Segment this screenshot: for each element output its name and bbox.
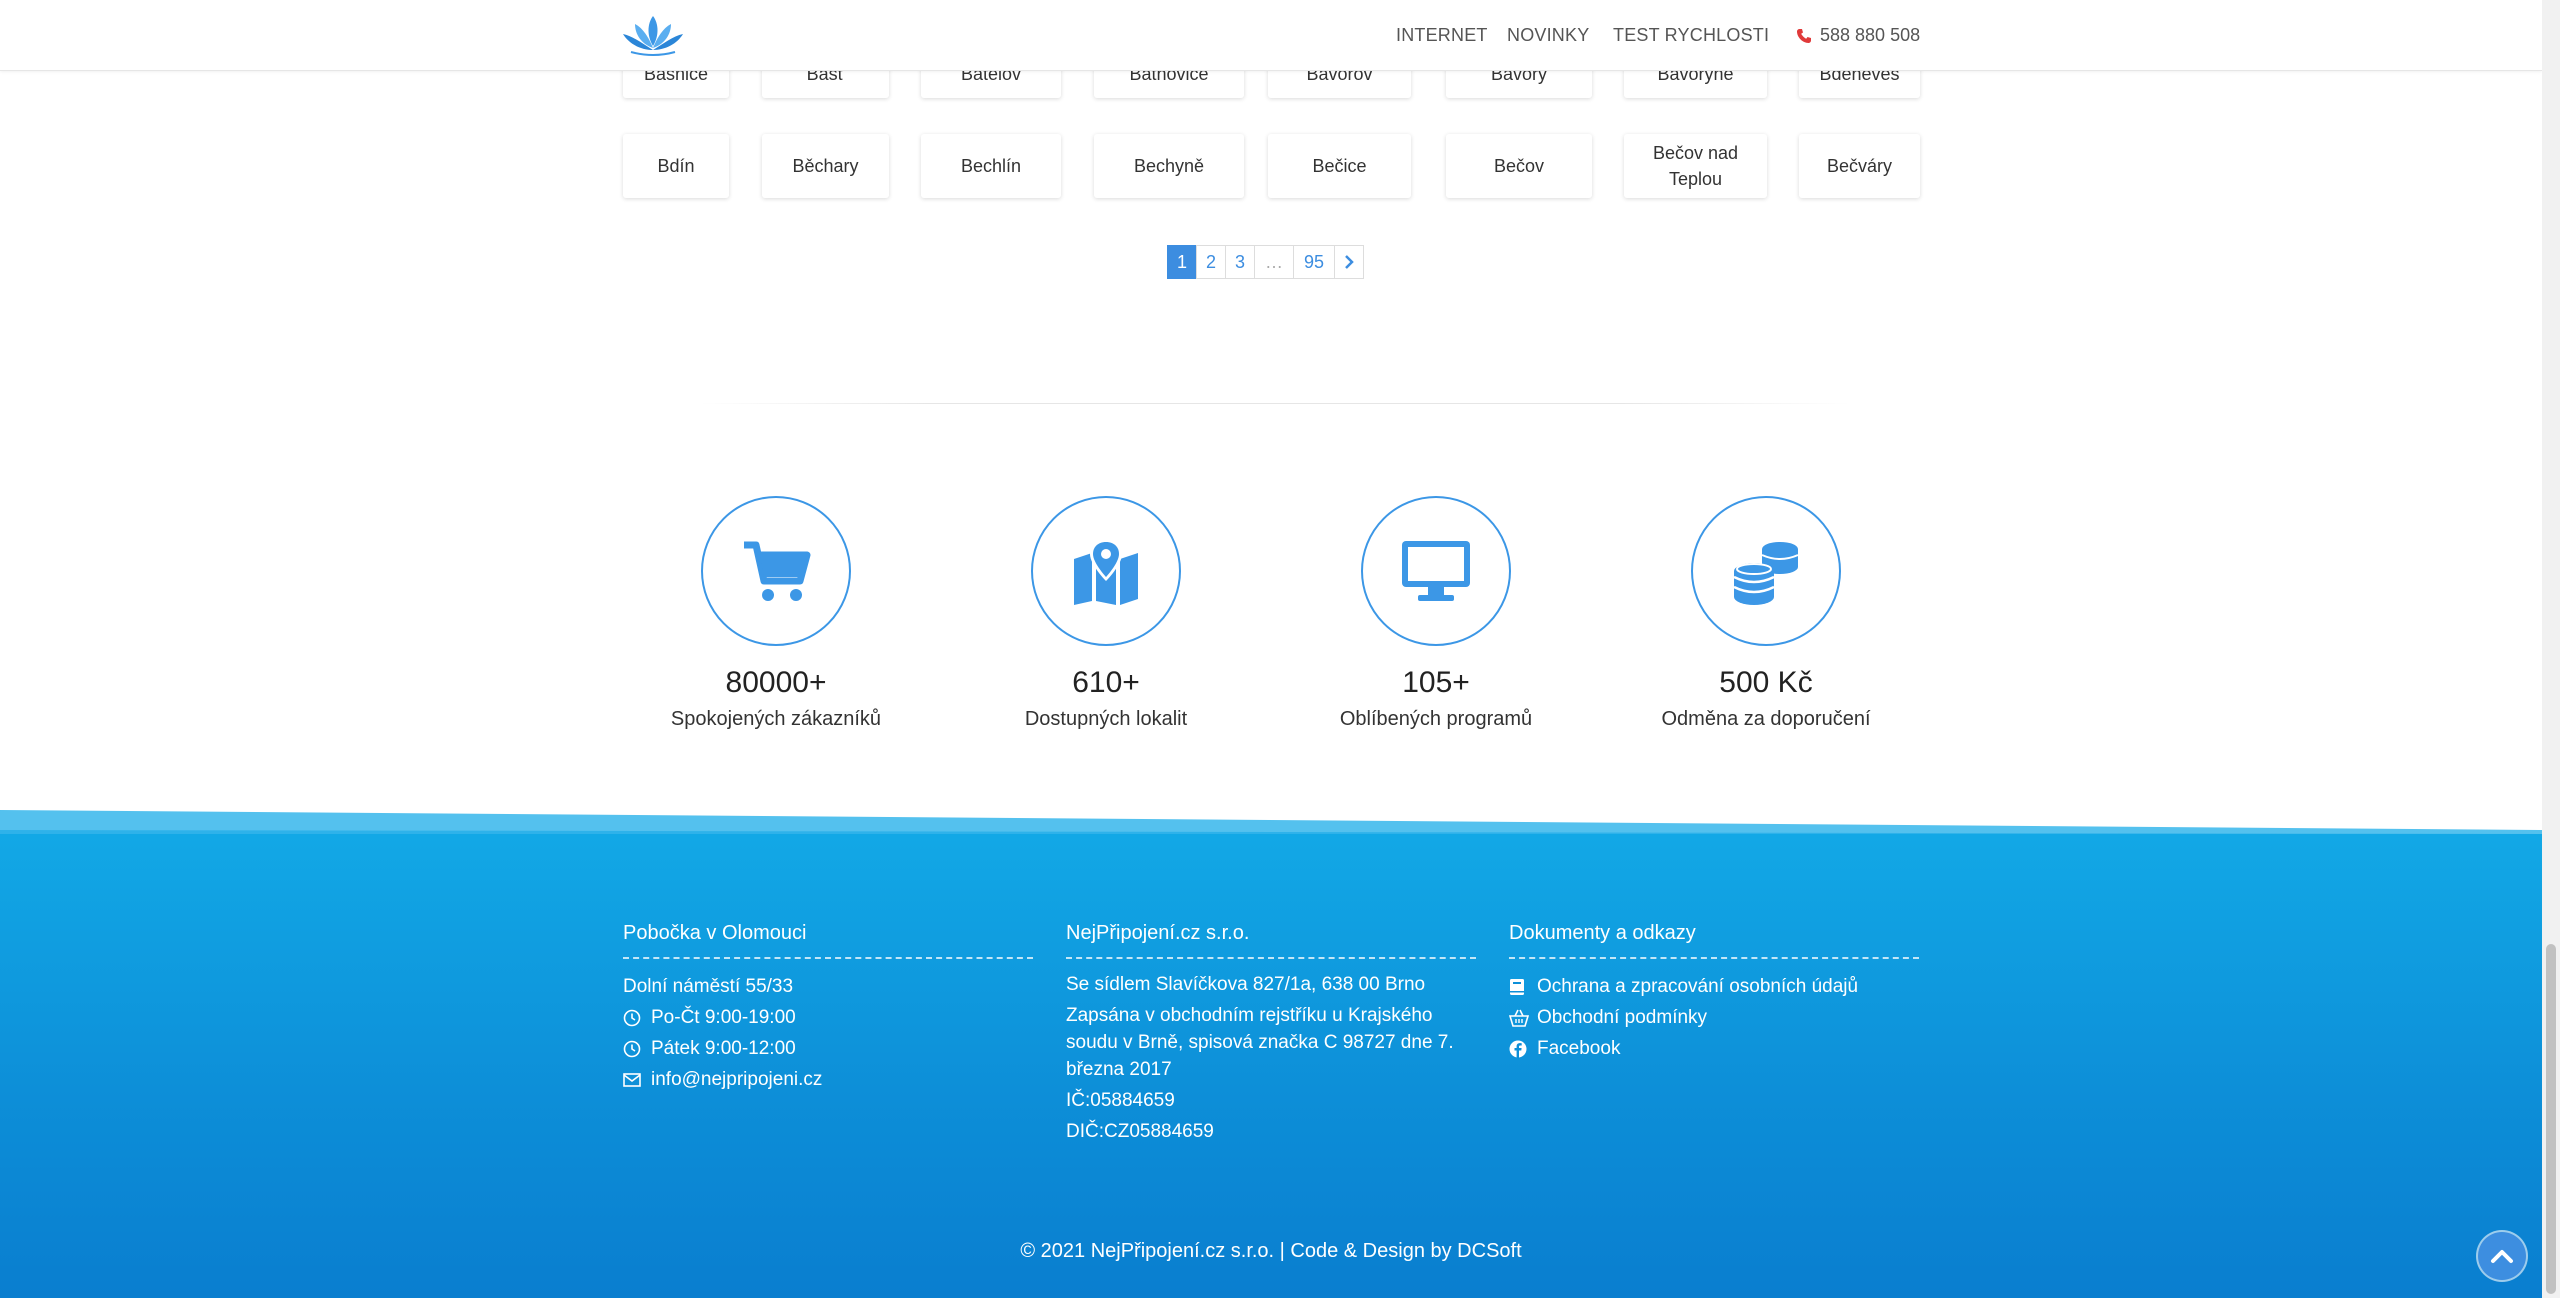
company-dic: DIČ:CZ05884659 (1066, 1121, 1214, 1142)
stat-value: 500 Kč (1719, 666, 1813, 699)
book-icon (1510, 979, 1524, 995)
page-3-button[interactable]: 3 (1225, 245, 1255, 279)
map-marker-icon (1074, 539, 1138, 605)
envelope-icon (623, 1073, 641, 1087)
stat-value: 610+ (1072, 666, 1140, 699)
city-link[interactable]: Bechlín (921, 134, 1061, 198)
stat-locations: 610+ Dostupných lokalit (956, 496, 1256, 731)
site-header: INTERNET NOVINKY TEST RYCHLOSTI 588 880 … (0, 0, 2542, 71)
cart-icon (744, 541, 811, 601)
branch-hours-friday: Pátek 9:00-12:00 (623, 1033, 1033, 1064)
stat-label: Oblíbených programů (1339, 708, 1533, 730)
footer-branch-title: Pobočka v Olomouci (623, 922, 1033, 959)
facebook-icon (1509, 1040, 1527, 1058)
stat-label: Dostupných lokalit (1024, 708, 1188, 730)
stat-label: Odměna za doporučení (1661, 708, 1871, 730)
coins-icon (1733, 542, 1799, 605)
email-text[interactable]: info@nejpripojeni.cz (651, 1069, 822, 1090)
nav-internet[interactable]: INTERNET (1396, 25, 1488, 46)
terms-link[interactable]: Obchodní podmínky (1509, 1002, 1919, 1033)
footer-docs-title: Dokumenty a odkazy (1509, 922, 1919, 959)
chevron-right-icon (1345, 255, 1354, 269)
footer-company-title: NejPřipojení.cz s.r.o. (1066, 922, 1476, 959)
stat-icon-circle (1031, 496, 1181, 646)
hours-text: Pátek 9:00-12:00 (651, 1038, 796, 1059)
privacy-text[interactable]: Ochrana a zpracování osobních údajů (1537, 976, 1858, 997)
stat-value: 105+ (1402, 666, 1470, 699)
branch-email-link[interactable]: info@nejpripojeni.cz (623, 1064, 1033, 1095)
scrollbar-thumb[interactable] (2546, 944, 2556, 1294)
city-link[interactable]: Bečváry (1799, 134, 1920, 198)
nav-test-rychlosti[interactable]: TEST RYCHLOSTI (1613, 25, 1769, 46)
page-1-button[interactable]: 1 (1167, 245, 1197, 279)
facebook-link[interactable]: Facebook (1509, 1033, 1919, 1064)
city-link[interactable]: Běchary (762, 134, 889, 198)
stat-programs: 105+ Oblíbených programů (1286, 496, 1586, 731)
basket-icon (1509, 1009, 1529, 1027)
phone-link[interactable]: 588 880 508 (1796, 25, 1920, 46)
privacy-link[interactable]: Ochrana a zpracování osobních údajů (1509, 971, 1919, 1002)
company-ic: IČ:05884659 (1066, 1090, 1175, 1111)
footer-docs: Dokumenty a odkazy Ochrana a zpracování … (1509, 922, 1919, 1064)
city-link[interactable]: Bečov nad Teplou (1624, 134, 1767, 198)
facebook-text[interactable]: Facebook (1537, 1038, 1620, 1059)
page: Bašnice Bašť Batelov Batňovice Bavorov B… (0, 0, 2542, 1298)
clock-icon (623, 1040, 641, 1058)
pagination: 1 2 3 … 95 (1167, 245, 1364, 281)
terms-text[interactable]: Obchodní podmínky (1537, 1007, 1707, 1028)
branch-address: Dolní náměstí 55/33 (623, 976, 794, 997)
pagination-ellipsis: … (1254, 245, 1294, 279)
stat-value: 80000+ (725, 666, 827, 699)
stat-label: Spokojených zákazníků (670, 708, 882, 730)
monitor-icon (1402, 541, 1470, 601)
city-link[interactable]: Bečice (1268, 134, 1411, 198)
section-divider (700, 403, 1850, 404)
main-nav: INTERNET NOVINKY TEST RYCHLOSTI 588 880 … (0, 0, 2542, 70)
stat-icon-circle (701, 496, 851, 646)
branch-hours-weekdays: Po-Čt 9:00-19:00 (623, 1002, 1033, 1033)
stat-icon-circle (1691, 496, 1841, 646)
footer-company: NejPřipojení.cz s.r.o. Se sídlem Slavíčk… (1066, 922, 1476, 1145)
chevron-up-icon (2491, 1250, 2513, 1263)
clock-icon (623, 1009, 641, 1027)
stat-icon-circle (1361, 496, 1511, 646)
footer-branch: Pobočka v Olomouci Dolní náměstí 55/33 P… (623, 922, 1033, 1095)
city-link[interactable]: Bdín (623, 134, 729, 198)
city-link[interactable]: Bečov (1446, 134, 1592, 198)
stat-customers: 80000+ Spokojených zákazníků (626, 496, 926, 731)
vertical-scrollbar[interactable] (2542, 0, 2560, 1298)
copyright: © 2021 NejPřipojení.cz s.r.o. | Code & D… (1020, 1240, 1522, 1262)
phone-number[interactable]: 588 880 508 (1820, 25, 1920, 45)
page-2-button[interactable]: 2 (1196, 245, 1226, 279)
city-link[interactable]: Bechyně (1094, 134, 1244, 198)
hours-text: Po-Čt 9:00-19:00 (651, 1007, 796, 1028)
nav-novinky[interactable]: NOVINKY (1507, 25, 1589, 46)
stat-referral: 500 Kč Odměna za doporučení (1616, 496, 1916, 731)
page-95-button[interactable]: 95 (1293, 245, 1335, 279)
company-registry: Zapsána v obchodním rejstříku u Krajskéh… (1066, 1005, 1454, 1080)
company-seat: Se sídlem Slavíčkova 827/1a, 638 00 Brno (1066, 974, 1426, 995)
next-page-button[interactable] (1334, 245, 1364, 279)
back-to-top-button[interactable] (2478, 1232, 2526, 1280)
phone-icon (1797, 29, 1811, 43)
